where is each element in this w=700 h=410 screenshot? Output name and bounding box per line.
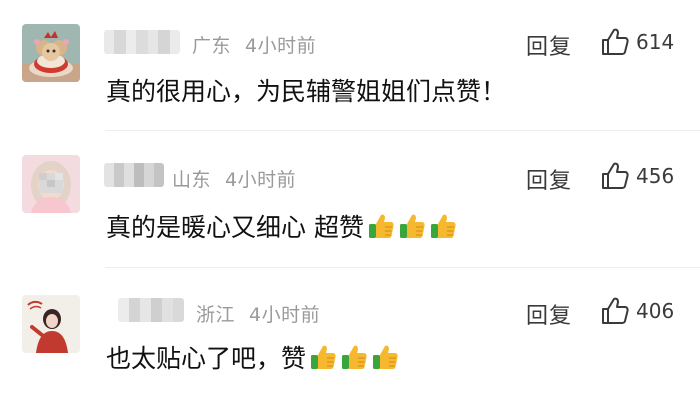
comment-body: 真的是暖心又细心 超赞 xyxy=(106,213,364,242)
username-blurred[interactable] xyxy=(118,298,184,322)
user-avatar[interactable] xyxy=(22,155,80,213)
comment-text: 也太贴心了吧，赞 xyxy=(106,339,401,375)
comment-body: 真的很用心，为民辅警姐姐们点赞！ xyxy=(106,77,507,106)
comment-meta: 山东 4小时前 xyxy=(172,165,296,192)
reply-button[interactable]: 回复 xyxy=(526,29,572,61)
thumbs-up-icon xyxy=(602,162,629,189)
like-count: 614 xyxy=(636,30,675,54)
location-label: 浙江 xyxy=(196,304,236,326)
time-label: 4小时前 xyxy=(245,35,317,57)
thumbs-up-emoji-icon xyxy=(311,345,336,369)
user-avatar[interactable] xyxy=(22,24,80,82)
cake-avatar-icon xyxy=(22,24,80,82)
emoji-group xyxy=(366,211,459,241)
thumbs-up-emoji-icon xyxy=(342,345,367,369)
comment-text: 真的很用心，为民辅警姐姐们点赞！ xyxy=(106,72,506,108)
emoji-group xyxy=(308,342,401,372)
user-avatar[interactable] xyxy=(22,295,80,353)
username-blurred[interactable] xyxy=(104,30,180,54)
comment-text: 真的是暖心又细心 超赞 xyxy=(106,208,459,244)
thumbs-up-emoji-icon xyxy=(430,214,456,238)
thumbs-up-emoji-icon xyxy=(368,214,394,238)
location-label: 广东 xyxy=(192,35,232,57)
reply-button[interactable]: 回复 xyxy=(526,298,572,330)
like-button[interactable]: 456 xyxy=(600,161,674,191)
thumbs-up-icon xyxy=(602,297,629,324)
like-button[interactable]: 406 xyxy=(600,296,674,326)
comment-meta: 广东 4小时前 xyxy=(192,31,316,58)
comment-item: 山东 4小时前 回复 456 真的是暖心又细心 超赞 xyxy=(0,131,700,268)
thumbs-up-icon xyxy=(602,28,629,55)
like-count: 406 xyxy=(636,299,675,323)
girl-avatar-icon xyxy=(22,155,80,213)
comment-item: 广东 4小时前 回复 614 真的很用心，为民辅警姐姐们点赞！ xyxy=(0,0,700,131)
like-button[interactable]: 614 xyxy=(600,27,674,57)
like-count: 456 xyxy=(636,164,675,188)
comment-body: 也太贴心了吧，赞 xyxy=(106,344,307,373)
reply-button[interactable]: 回复 xyxy=(526,163,572,195)
thumbs-up-emoji-icon xyxy=(399,214,425,238)
woman-avatar-icon xyxy=(22,295,80,353)
time-label: 4小时前 xyxy=(225,169,297,191)
location-label: 山东 xyxy=(172,169,212,191)
comment-meta: 浙江 4小时前 xyxy=(196,300,320,327)
thumbs-up-emoji-icon xyxy=(373,345,398,369)
time-label: 4小时前 xyxy=(249,304,321,326)
comment-item: 浙江 4小时前 回复 406 也太贴心了吧，赞 xyxy=(0,268,700,410)
username-blurred[interactable] xyxy=(104,163,164,187)
